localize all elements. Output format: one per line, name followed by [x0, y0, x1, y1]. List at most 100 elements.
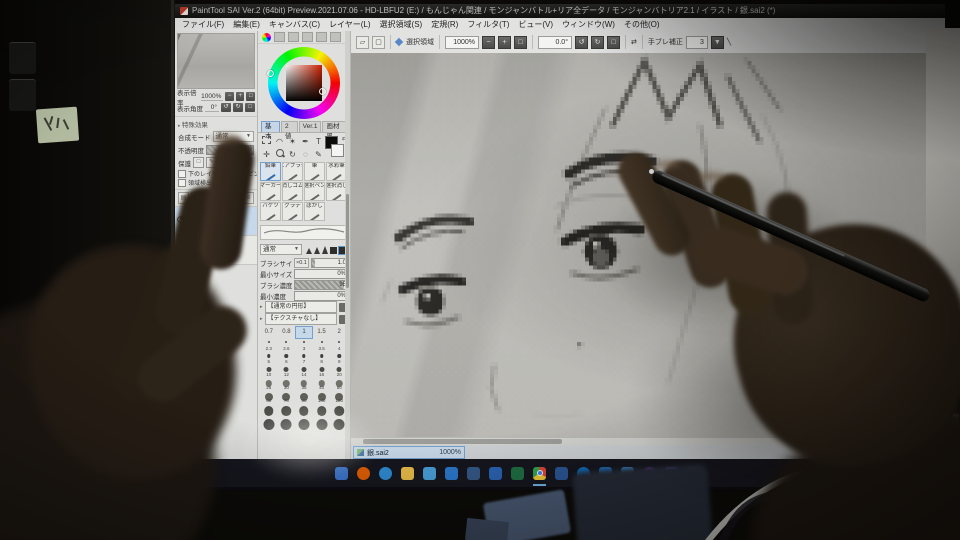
- brush-shape-soft-icon[interactable]: [306, 247, 312, 254]
- nav-rotate-cw-button[interactable]: ↻: [233, 103, 243, 112]
- param-slider[interactable]: 0%: [294, 290, 348, 301]
- select-rect-tool-icon[interactable]: [260, 135, 273, 148]
- menu-2[interactable]: 編集(E): [233, 18, 260, 31]
- stabilizer-select[interactable]: 3: [685, 35, 708, 49]
- taskbar-icon-excel[interactable]: [511, 466, 524, 480]
- size-preset-14[interactable]: 14: [295, 365, 313, 378]
- stabilizer-menu-button[interactable]: ▼: [710, 35, 724, 49]
- size-preset-3.5[interactable]: 3.5: [313, 339, 331, 352]
- menu-10[interactable]: その他(O): [624, 18, 660, 31]
- nav-angle-reset-button[interactable]: □: [245, 103, 255, 112]
- size-preset-35[interactable]: 35: [295, 378, 313, 391]
- taskbar-icon-word[interactable]: [555, 466, 568, 480]
- rotate-cw-button[interactable]: ↻: [591, 35, 604, 49]
- brush-筆[interactable]: 筆: [304, 162, 325, 181]
- nav-rotate-ccw-button[interactable]: ↺: [221, 103, 231, 112]
- size-preset-40[interactable]: 40: [313, 378, 331, 391]
- brush-shape-flat-icon[interactable]: [330, 246, 337, 254]
- navigator-thumbnail[interactable]: [177, 33, 255, 89]
- menu-3[interactable]: キャンバス(C): [269, 18, 320, 31]
- brush-鉛筆[interactable]: 鉛筆: [260, 162, 281, 181]
- line-tool-icon[interactable]: ╲: [727, 38, 731, 46]
- brush-バケツ[interactable]: バケツ: [260, 202, 281, 221]
- brush-エアブラシ[interactable]: エアブラシ: [282, 162, 303, 181]
- size-preset-2.6[interactable]: 2.6: [278, 339, 296, 352]
- hand-tool-icon[interactable]: ◌: [299, 148, 312, 161]
- rotate-tool-icon[interactable]: ↻: [286, 148, 299, 161]
- taskbar-icon-media-player[interactable]: [489, 466, 502, 480]
- special-effects-section[interactable]: 特殊効果: [175, 116, 257, 130]
- nav-zoom-out-button[interactable]: −: [225, 92, 234, 101]
- brush-shape-preset-select[interactable]: 【通常の円形】: [264, 301, 337, 313]
- param-slider[interactable]: 0%: [294, 268, 348, 279]
- brush-グラデ[interactable]: グラデ: [282, 202, 303, 221]
- size-preset-5[interactable]: 5: [260, 352, 278, 365]
- menu-8[interactable]: ビュー(V): [518, 18, 553, 31]
- brush-texture-preset-select[interactable]: 【テクスチャなし】: [264, 313, 337, 325]
- color-tab-Ver.1[interactable]: Ver.1: [298, 121, 322, 132]
- size-preset-6[interactable]: 6: [278, 352, 296, 365]
- saturation-value-box[interactable]: [286, 65, 322, 101]
- move-tool-icon[interactable]: ✛: [260, 148, 273, 161]
- size-preset-2.3[interactable]: 2.3: [260, 339, 278, 352]
- zoom-reset-button[interactable]: □: [514, 35, 527, 49]
- text-tool-icon[interactable]: T: [312, 135, 325, 148]
- angle-reset-button[interactable]: □: [607, 35, 620, 49]
- zoom-in-button[interactable]: +: [498, 35, 511, 49]
- panel-scrollbar[interactable]: [345, 31, 350, 459]
- protect-none-icon[interactable]: □: [193, 157, 204, 168]
- size-preset-10[interactable]: 10: [260, 365, 278, 378]
- brush-blend-select[interactable]: 通常 ▼: [260, 244, 302, 255]
- pen-tool-icon[interactable]: ✒: [299, 135, 312, 148]
- color-mixer-icon[interactable]: [302, 32, 313, 42]
- swatches-icon[interactable]: [316, 32, 327, 42]
- menu-5[interactable]: 選択領域(S): [380, 18, 423, 31]
- taskbar-icon-camera[interactable]: [467, 466, 480, 480]
- tablet-express-key[interactable]: [9, 79, 36, 111]
- menu-4[interactable]: レイヤー(L): [329, 18, 371, 31]
- hsv-slider-icon[interactable]: [288, 32, 299, 42]
- brush-選択消し[interactable]: 選択消し: [326, 182, 347, 201]
- color-tab-画材風[interactable]: 画材風: [322, 121, 347, 140]
- param-slider[interactable]: 1.0: [310, 257, 348, 268]
- size-preset-16[interactable]: 16: [313, 365, 331, 378]
- tablet-express-key[interactable]: [9, 42, 36, 74]
- brush-選択ペン[interactable]: 選択ペン: [304, 182, 325, 201]
- menu-9[interactable]: ウィンドウ(W): [562, 18, 615, 31]
- nav-zoom-reset-button[interactable]: □: [246, 92, 256, 101]
- rotate-ccw-button[interactable]: ↺: [575, 35, 588, 49]
- color-wheel[interactable]: [258, 44, 350, 120]
- brush-shape-hard-icon[interactable]: [322, 245, 328, 254]
- menu-1[interactable]: ファイル(F): [182, 18, 224, 31]
- size-preset-3[interactable]: 3: [295, 339, 313, 352]
- selection-options-button[interactable]: ▢: [372, 35, 385, 49]
- size-preset-7[interactable]: 7: [295, 352, 313, 365]
- taskbar-icon-chrome[interactable]: [533, 466, 546, 486]
- eyedropper-tool-icon[interactable]: ✎: [312, 148, 325, 161]
- size-preset-1[interactable]: 1: [295, 326, 313, 339]
- size-preset-1.5[interactable]: 1.5: [313, 326, 331, 339]
- scratchpad-icon[interactable]: [330, 32, 341, 42]
- param-slider[interactable]: 95: [294, 279, 348, 290]
- lasso-tool-icon[interactable]: ◠: [273, 135, 286, 148]
- brush-マーカー[interactable]: マーカー: [260, 182, 281, 201]
- color-tab-基本[interactable]: 基本: [261, 121, 281, 140]
- selection-launcher-button[interactable]: ▱: [356, 35, 369, 49]
- rgb-slider-icon[interactable]: [274, 32, 285, 42]
- taskbar-icon-store[interactable]: [423, 466, 436, 480]
- color-tab-2値[interactable]: 2値: [281, 121, 298, 140]
- brush-消しゴム[interactable]: 消しゴム: [282, 182, 303, 201]
- menu-6[interactable]: 定規(R): [431, 18, 458, 31]
- unit-select[interactable]: ×0.1: [294, 257, 309, 268]
- size-preset-8[interactable]: 8: [313, 352, 331, 365]
- zoom-field[interactable]: 1000%: [445, 35, 479, 49]
- size-preset-25[interactable]: 25: [260, 378, 278, 391]
- taskbar-icon-mail[interactable]: [445, 466, 458, 480]
- zoom-tool-icon[interactable]: [273, 148, 286, 161]
- color-wheel-icon[interactable]: [262, 32, 271, 42]
- zoom-out-button[interactable]: −: [482, 35, 495, 49]
- magic-wand-tool-icon[interactable]: ✶: [286, 135, 299, 148]
- size-preset-12[interactable]: 12: [278, 365, 296, 378]
- nav-zoom-in-button[interactable]: +: [235, 92, 245, 101]
- taskbar-icon-file-explorer[interactable]: [401, 466, 414, 480]
